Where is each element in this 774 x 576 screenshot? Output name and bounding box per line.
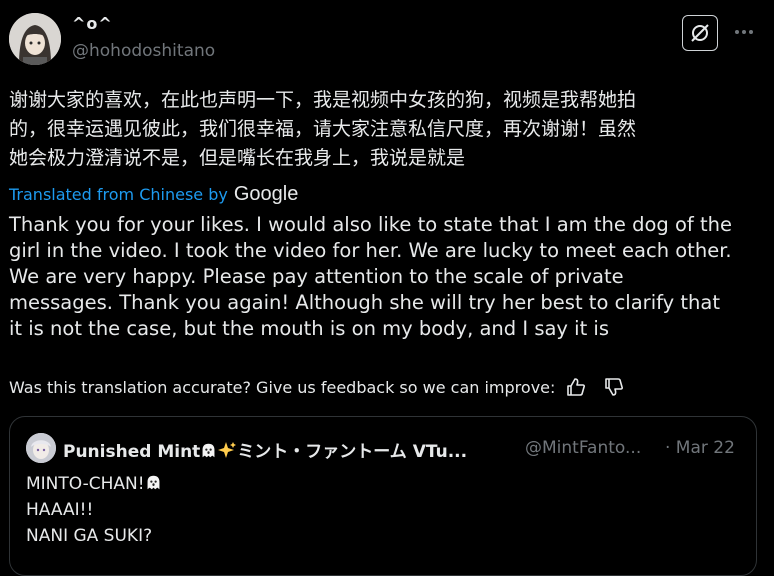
thumbs-up-icon — [567, 378, 586, 396]
translation-line: Thank you for your likes. I would also l… — [9, 213, 732, 236]
quote-line: MINTO-CHAN! — [26, 471, 162, 497]
quote-line-3: NANI GA SUKI? — [26, 526, 153, 546]
ghost-icon — [202, 443, 215, 458]
avatar-image — [9, 13, 61, 65]
translation-line: We are very happy. Please pay attention … — [9, 265, 624, 288]
grok-button[interactable] — [682, 15, 718, 51]
translation-line: messages. Thank you again! Although she … — [9, 291, 720, 314]
quote-line-2: HAAAI!! — [26, 500, 94, 520]
original-line: 她会极力澄清说不是，但是嘴长在我身上，我说是就是 — [9, 147, 466, 169]
quote-line-1: MINTO-CHAN! — [26, 474, 145, 494]
translation-feedback: Was this translation accurate? Give us f… — [9, 376, 625, 398]
thumbs-up-button[interactable] — [565, 376, 587, 398]
grok-icon — [691, 24, 709, 42]
quote-date[interactable]: · Mar 22 — [665, 438, 735, 458]
quote-text: MINTO-CHAN! HAAAI!! NANI GA SUKI? — [26, 471, 162, 549]
translated-by[interactable]: Translated from Chinese by Google — [9, 183, 298, 206]
google-logo: Google — [233, 183, 299, 205]
quote-name-part2: ミント・ファントーム VTu... — [237, 442, 468, 462]
translated-from-label: Translated from Chinese by — [9, 185, 228, 204]
post-original-text: 谢谢大家的喜欢，在此也声明一下，我是视频中女孩的狗，视频是我帮她拍 的，很幸运遇… — [9, 86, 761, 173]
quote-avatar-image — [26, 433, 56, 463]
author-display-name[interactable]: ^o^ — [72, 14, 113, 33]
thumbs-down-icon — [605, 378, 624, 396]
translation-line: girl in the video. I took the video for … — [9, 239, 732, 262]
original-line: 谢谢大家的喜欢，在此也声明一下，我是视频中女孩的狗，视频是我帮她拍 — [9, 89, 637, 111]
more-button[interactable] — [733, 22, 755, 42]
author-handle[interactable]: @hohodoshitano — [72, 41, 215, 61]
feedback-prompt: Was this translation accurate? Give us f… — [9, 377, 556, 397]
thumbs-down-button[interactable] — [603, 376, 625, 398]
quote-display-name[interactable]: Punished Mint ミント・ファントーム VTu... — [63, 437, 467, 462]
post-translation: Thank you for your likes. I would also l… — [9, 212, 769, 342]
sparkles-icon — [218, 442, 237, 458]
quote-name-part1: Punished Mint — [63, 442, 201, 462]
ghost-icon — [147, 475, 160, 490]
original-line: 的，很幸运遇见彼此，我们很幸福，请大家注意私信尺度，再次谢谢！虽然 — [9, 118, 637, 140]
translation-line: it is not the case, but the mouth is on … — [9, 317, 610, 340]
quoted-post[interactable]: Punished Mint ミント・ファントーム VTu... @MintFant… — [9, 416, 757, 576]
more-icon — [735, 30, 753, 34]
avatar[interactable] — [9, 13, 61, 65]
quote-handle[interactable]: @MintFanto... — [525, 438, 641, 458]
quote-avatar[interactable] — [26, 433, 56, 463]
